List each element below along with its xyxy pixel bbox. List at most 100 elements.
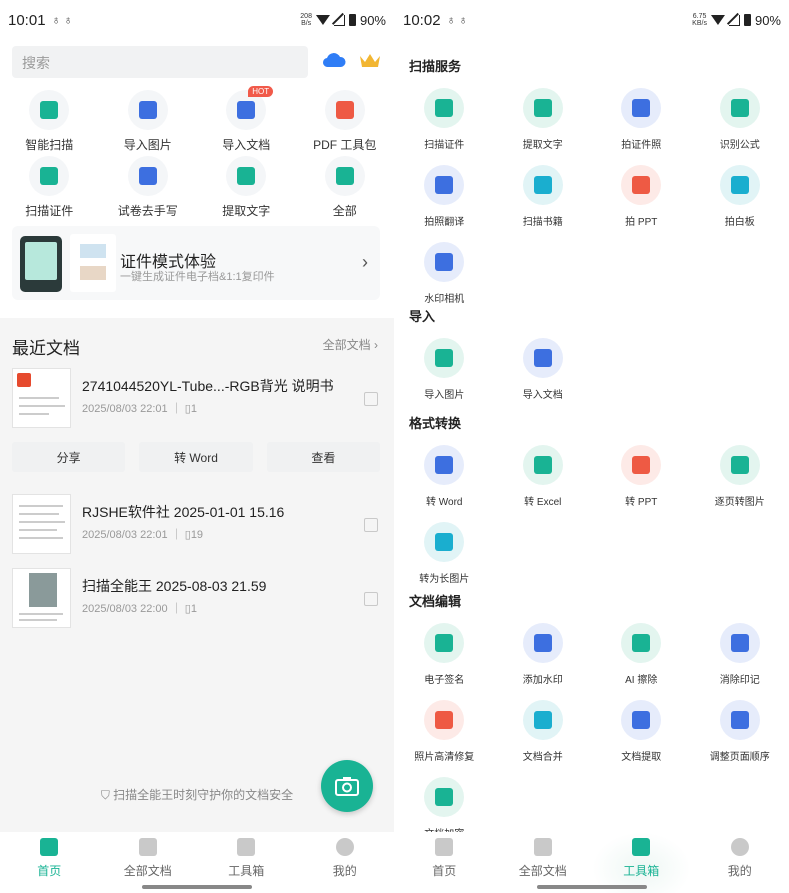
quick-action-scan-id[interactable]: 扫描证件: [0, 156, 99, 219]
tool-item[interactable]: 提取文字: [494, 88, 593, 151]
nav-home[interactable]: 首页: [0, 832, 99, 893]
tool-glyph-icon: [632, 634, 651, 652]
tool-glyph-icon: [730, 634, 749, 652]
tool-label: AI 擦除: [625, 675, 658, 686]
nav-me[interactable]: 我的: [296, 832, 395, 893]
tool-item[interactable]: 电子签名: [395, 623, 494, 686]
view-button[interactable]: 查看: [266, 442, 380, 472]
document-item[interactable]: 2741044520YL-Tube...-RGB背光 说明书 2025/08/0…: [12, 368, 382, 428]
all-docs-link[interactable]: 全部文档 ›: [323, 336, 378, 353]
tool-item[interactable]: 调整页面顺序: [691, 700, 789, 763]
tool-label: 提取文字: [522, 140, 563, 151]
document-item[interactable]: RJSHE软件社 2025-01-01 15.16 2025/08/03 22:…: [12, 494, 382, 554]
toolbox-screen: 10:02 ♁♁ 6.75 KB/s 90% 扫描服务 扫描证件 提取文字 拍证件照 识…: [395, 0, 789, 893]
tool-label: 水印相机: [424, 294, 465, 305]
remove-handwriting-icon: [127, 156, 168, 196]
quick-actions-row-2: 扫描证件 试卷去手写 提取文字 全部: [0, 156, 394, 219]
camera-scan-button[interactable]: [321, 760, 373, 812]
quick-action-remove-handwriting[interactable]: 试卷去手写: [99, 156, 198, 219]
tool-item[interactable]: 扫描证件: [395, 88, 494, 151]
tool-item[interactable]: 转 PPT: [592, 445, 691, 508]
tool-icon: [621, 700, 662, 740]
tool-icon: [719, 700, 760, 740]
tool-glyph-icon: [533, 349, 552, 367]
quick-action-all-grid[interactable]: 全部: [296, 156, 395, 219]
network-speed: 208 B/s: [300, 13, 312, 27]
status-time: 10:01: [8, 11, 46, 29]
tool-glyph-icon: [730, 456, 749, 474]
tool-item[interactable]: 拍白板: [691, 165, 789, 228]
nav-all-docs[interactable]: 全部文档: [494, 832, 593, 893]
quick-action-extract-text[interactable]: 提取文字: [197, 156, 296, 219]
tool-item[interactable]: 消除印记: [691, 623, 789, 686]
to-word-button[interactable]: 转 Word: [139, 442, 253, 472]
document-item[interactable]: 扫描全能王 2025-08-03 21.59 2025/08/03 22:00 …: [12, 568, 382, 628]
toolbox-icon: [237, 838, 256, 856]
battery-icon: [348, 14, 356, 26]
tool-icon: [522, 88, 563, 128]
tool-item[interactable]: 识别公式: [691, 88, 789, 151]
tool-item[interactable]: 水印相机: [395, 242, 494, 305]
network-speed: 6.75 KB/s: [692, 13, 707, 27]
quick-action-import-image[interactable]: 导入图片: [99, 90, 198, 153]
nav-toolbox[interactable]: 工具箱: [197, 832, 296, 893]
nav-toolbox[interactable]: 工具箱: [592, 832, 691, 893]
crown-icon[interactable]: [358, 52, 382, 70]
nav-home[interactable]: 首页: [395, 832, 494, 893]
nav-all-docs[interactable]: 全部文档: [99, 832, 198, 893]
tool-label: 转 Excel: [524, 497, 562, 508]
tool-glyph-icon: [435, 349, 454, 367]
tool-glyph-icon: [632, 711, 651, 729]
tool-item[interactable]: 转 Excel: [494, 445, 593, 508]
tool-icon: [424, 165, 465, 205]
tool-icon: [522, 623, 563, 663]
tool-glyph-icon: [730, 711, 749, 729]
tool-item[interactable]: 拍证件照: [592, 88, 691, 151]
tool-label: 添加水印: [522, 675, 563, 686]
tool-label: 转 Word: [426, 497, 463, 508]
tool-item[interactable]: 文档合并: [494, 700, 593, 763]
tool-icon: [719, 165, 760, 205]
document-checkbox[interactable]: [364, 592, 378, 606]
tool-item[interactable]: 逐页转图片: [691, 445, 789, 508]
tool-item[interactable]: 拍 PPT: [592, 165, 691, 228]
tool-item[interactable]: 文档提取: [592, 700, 691, 763]
nav-me[interactable]: 我的: [691, 832, 789, 893]
tool-item[interactable]: 转为长图片: [395, 522, 494, 585]
tool-item[interactable]: 导入文档: [494, 338, 593, 401]
quick-action-smart-scan[interactable]: 智能扫描: [0, 90, 99, 153]
wifi-icon: [315, 15, 330, 25]
tool-item[interactable]: 添加水印: [494, 623, 593, 686]
notification-icons: ♁♁: [446, 13, 471, 27]
tool-glyph-icon: [730, 99, 749, 117]
document-checkbox[interactable]: [364, 518, 378, 532]
tool-glyph-icon: [435, 176, 454, 194]
tool-item[interactable]: AI 擦除: [592, 623, 691, 686]
pdf-toolkit-icon: [324, 90, 365, 130]
quick-action-pdf-toolkit[interactable]: PDF 工具包: [296, 90, 395, 153]
tool-item[interactable]: 导入图片: [395, 338, 494, 401]
quick-action-import-doc[interactable]: HOT 导入文档: [197, 86, 296, 153]
document-checkbox[interactable]: [364, 392, 378, 406]
quick-action-label: 试卷去手写: [117, 204, 178, 218]
document-icon: [533, 838, 552, 856]
tool-item[interactable]: 转 Word: [395, 445, 494, 508]
cloud-icon[interactable]: [322, 52, 346, 68]
battery-level: 90%: [359, 12, 386, 28]
share-button[interactable]: 分享: [12, 442, 126, 472]
signal-icon: [333, 14, 345, 26]
tool-item[interactable]: 照片高清修复: [395, 700, 494, 763]
tool-label: 扫描证件: [424, 140, 465, 151]
tool-item[interactable]: 拍照翻译: [395, 165, 494, 228]
tool-icon: [719, 623, 760, 663]
search-input[interactable]: 搜索: [12, 46, 308, 78]
tool-label: 转为长图片: [419, 574, 470, 585]
tool-item[interactable]: 文档加密: [395, 777, 494, 840]
import-doc-icon-glyph: [237, 101, 256, 119]
id-mode-promo-card[interactable]: 证件模式体验 一键生成证件电子档&1:1复印件 ›: [12, 226, 380, 300]
section-title-edit: 文档编辑: [409, 594, 462, 609]
status-time: 10:02: [403, 11, 441, 29]
status-bar: 10:02 ♁♁ 6.75 KB/s 90%: [395, 0, 789, 40]
tool-item[interactable]: 扫描书籍: [494, 165, 593, 228]
smart-scan-icon: [29, 90, 70, 130]
